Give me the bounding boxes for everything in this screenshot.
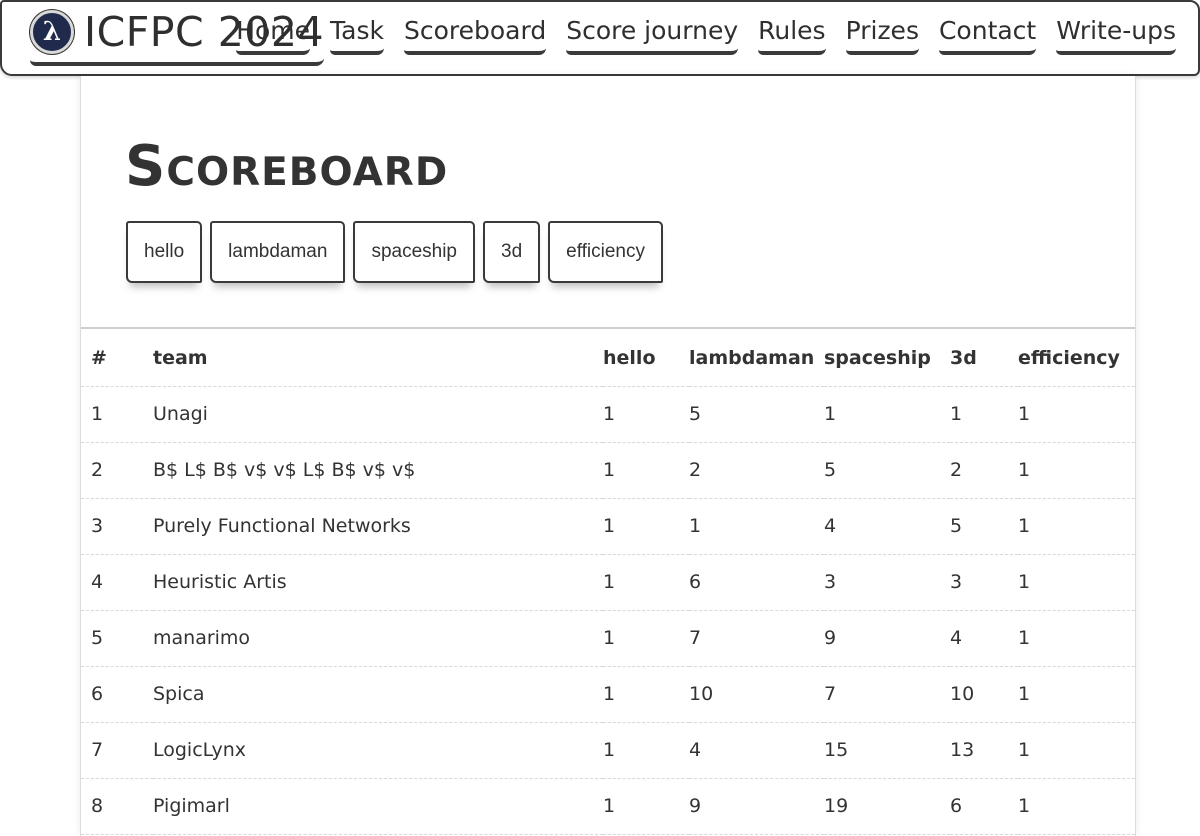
header-rank: # <box>81 330 153 387</box>
header-efficiency: efficiency <box>1018 330 1135 387</box>
cell-hello: 1 <box>603 442 689 499</box>
cell-hello: 1 <box>603 498 689 555</box>
cell-rank: 5 <box>81 610 153 667</box>
cell-rank: 1 <box>81 386 153 443</box>
cell-efficiency: 1 <box>1018 386 1135 443</box>
cell-lambdaman: 7 <box>689 610 824 667</box>
cell-spaceship: 1 <box>824 386 950 443</box>
cell-3d: 13 <box>950 722 1018 779</box>
header-lambdaman: lambdaman <box>689 330 824 387</box>
cell-3d: 6 <box>950 778 1018 835</box>
cell-hello: 1 <box>603 386 689 443</box>
nav-link-prizes[interactable]: Prizes <box>845 16 919 55</box>
cell-lambdaman: 2 <box>689 442 824 499</box>
cell-rank: 6 <box>81 666 153 723</box>
cell-lambdaman: 1 <box>689 498 824 555</box>
cell-lambdaman: 5 <box>689 386 824 443</box>
cell-efficiency: 1 <box>1018 778 1135 835</box>
task-button-spaceship[interactable]: spaceship <box>353 221 475 283</box>
cell-lambdaman: 6 <box>689 554 824 611</box>
table-row: 6 Spica 1 10 7 10 1 <box>81 666 1135 723</box>
cell-3d: 2 <box>950 442 1018 499</box>
cell-lambdaman: 4 <box>689 722 824 779</box>
cell-rank: 4 <box>81 554 153 611</box>
cell-team: manarimo <box>153 610 603 667</box>
table-row: 2 B$ L$ B$ v$ v$ L$ B$ v$ v$ 1 2 5 2 1 <box>81 442 1135 499</box>
nav-link-write-ups[interactable]: Write-ups <box>1056 16 1176 55</box>
cell-spaceship: 4 <box>824 498 950 555</box>
cell-hello: 1 <box>603 554 689 611</box>
task-button-lambdaman[interactable]: lambdaman <box>210 221 346 283</box>
section-divider <box>81 327 1135 329</box>
table-row: 8 Pigimarl 1 9 19 6 1 <box>81 778 1135 835</box>
cell-team: Heuristic Artis <box>153 554 603 611</box>
nav-link-task[interactable]: Task <box>330 16 384 55</box>
cell-efficiency: 1 <box>1018 722 1135 779</box>
cell-hello: 1 <box>603 610 689 667</box>
table-row: 7 LogicLynx 1 4 15 13 1 <box>81 722 1135 779</box>
page-title: Scoreboard <box>125 134 449 199</box>
cell-team: LogicLynx <box>153 722 603 779</box>
cell-hello: 1 <box>603 778 689 835</box>
scoreboard-card: Scoreboard hello lambdaman spaceship 3d … <box>80 76 1136 836</box>
cell-hello: 1 <box>603 722 689 779</box>
cell-lambdaman: 10 <box>689 666 824 723</box>
header-team: team <box>153 330 603 387</box>
cell-3d: 1 <box>950 386 1018 443</box>
cell-spaceship: 19 <box>824 778 950 835</box>
cell-3d: 4 <box>950 610 1018 667</box>
cell-efficiency: 1 <box>1018 498 1135 555</box>
cell-hello: 1 <box>603 666 689 723</box>
scoreboard-table: # team hello lambdaman spaceship 3d effi… <box>81 330 1135 835</box>
cell-rank: 8 <box>81 778 153 835</box>
table-row: 1 Unagi 1 5 1 1 1 <box>81 386 1135 443</box>
table-row: 5 manarimo 1 7 9 4 1 <box>81 610 1135 667</box>
cell-efficiency: 1 <box>1018 442 1135 499</box>
cell-team: Purely Functional Networks <box>153 498 603 555</box>
task-button-3d[interactable]: 3d <box>483 221 541 283</box>
cell-rank: 2 <box>81 442 153 499</box>
cell-spaceship: 9 <box>824 610 950 667</box>
header-hello: hello <box>603 330 689 387</box>
cell-team: B$ L$ B$ v$ v$ L$ B$ v$ v$ <box>153 442 603 499</box>
cell-spaceship: 5 <box>824 442 950 499</box>
nav-link-score-journey[interactable]: Score journey <box>566 16 739 55</box>
cell-spaceship: 15 <box>824 722 950 779</box>
cell-3d: 3 <box>950 554 1018 611</box>
table-row: 3 Purely Functional Networks 1 1 4 5 1 <box>81 498 1135 555</box>
cell-team: Spica <box>153 666 603 723</box>
nav-links: Home Task Scoreboard Score journey Rules… <box>236 16 1176 55</box>
header-spaceship: spaceship <box>824 330 950 387</box>
task-button-hello[interactable]: hello <box>126 221 203 283</box>
cell-efficiency: 1 <box>1018 554 1135 611</box>
cell-efficiency: 1 <box>1018 666 1135 723</box>
cell-lambdaman: 9 <box>689 778 824 835</box>
cell-3d: 5 <box>950 498 1018 555</box>
top-navbar: λ ICFPC 2024 Home Task Scoreboard Score … <box>0 0 1200 76</box>
nav-link-home[interactable]: Home <box>236 16 311 55</box>
nav-link-contact[interactable]: Contact <box>938 16 1037 55</box>
lambda-logo-icon: λ <box>30 10 74 54</box>
nav-link-rules[interactable]: Rules <box>758 16 826 55</box>
task-filter-buttons: hello lambdaman spaceship 3d efficiency <box>126 221 663 283</box>
cell-spaceship: 3 <box>824 554 950 611</box>
cell-team: Unagi <box>153 386 603 443</box>
cell-3d: 10 <box>950 666 1018 723</box>
cell-team: Pigimarl <box>153 778 603 835</box>
table-header-row: # team hello lambdaman spaceship 3d effi… <box>81 330 1135 387</box>
header-3d: 3d <box>950 330 1018 387</box>
nav-link-scoreboard[interactable]: Scoreboard <box>403 16 547 55</box>
cell-efficiency: 1 <box>1018 610 1135 667</box>
cell-rank: 3 <box>81 498 153 555</box>
table-row: 4 Heuristic Artis 1 6 3 3 1 <box>81 554 1135 611</box>
cell-rank: 7 <box>81 722 153 779</box>
task-button-efficiency[interactable]: efficiency <box>548 221 663 283</box>
cell-spaceship: 7 <box>824 666 950 723</box>
